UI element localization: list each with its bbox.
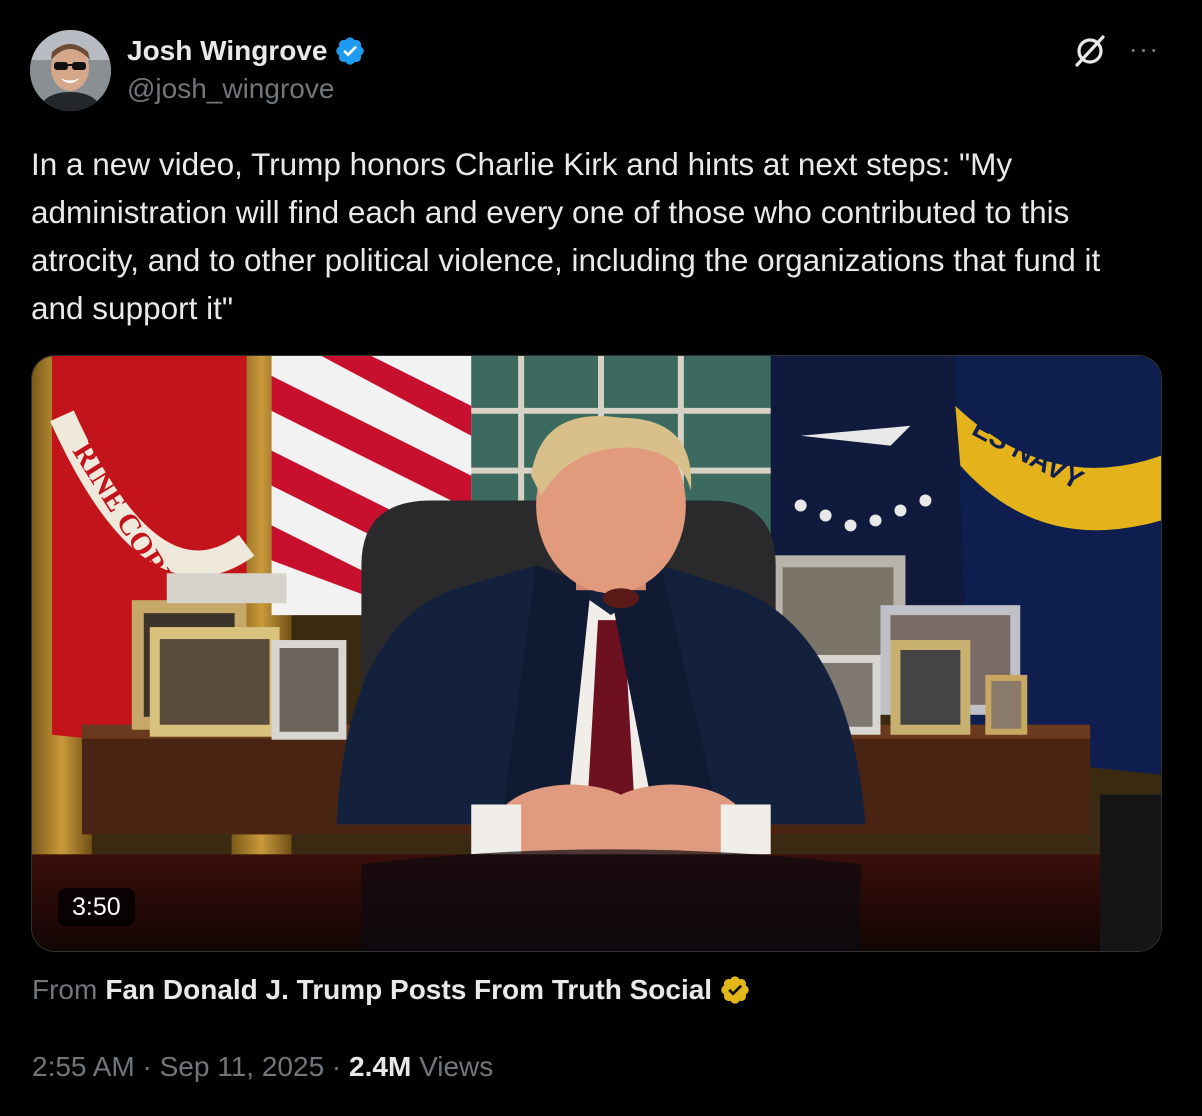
tweet-text: In a new video, Trump honors Charlie Kir… bbox=[31, 146, 1110, 326]
tweet-time[interactable]: 2:55 AM bbox=[32, 1051, 135, 1082]
tweet: Josh Wingrove @josh_wingrove ··· In a ne… bbox=[0, 0, 1202, 1116]
grok-icon[interactable] bbox=[1071, 32, 1109, 70]
views-count[interactable]: 2.4M bbox=[349, 1051, 411, 1082]
source-attribution: From Fan Donald J. Trump Posts From Trut… bbox=[32, 970, 751, 1010]
author-block: Josh Wingrove @josh_wingrove bbox=[127, 33, 366, 107]
views-label: Views bbox=[419, 1051, 494, 1082]
tweet-date[interactable]: Sep 11, 2025 bbox=[160, 1051, 325, 1082]
avatar[interactable] bbox=[30, 30, 111, 111]
tweet-meta: 2:55 AM · Sep 11, 2025 · 2.4M Views bbox=[32, 1047, 493, 1087]
source-name[interactable]: Fan Donald J. Trump Posts From Truth Soc… bbox=[105, 970, 712, 1010]
video-duration: 3:50 bbox=[58, 888, 135, 926]
more-options-icon[interactable]: ··· bbox=[1126, 34, 1162, 64]
video-player[interactable]: RINE CORP ES NAVY 3:50 bbox=[31, 355, 1162, 952]
gold-verified-badge-icon[interactable] bbox=[719, 974, 751, 1006]
verified-badge-icon[interactable] bbox=[334, 35, 366, 67]
meta-separator: · bbox=[331, 1051, 342, 1082]
video-thumbnail: RINE CORP ES NAVY bbox=[32, 356, 1161, 951]
display-name[interactable]: Josh Wingrove bbox=[127, 33, 327, 69]
handle[interactable]: @josh_wingrove bbox=[127, 71, 366, 107]
meta-separator: · bbox=[142, 1051, 152, 1082]
source-prefix: From bbox=[32, 974, 98, 1005]
